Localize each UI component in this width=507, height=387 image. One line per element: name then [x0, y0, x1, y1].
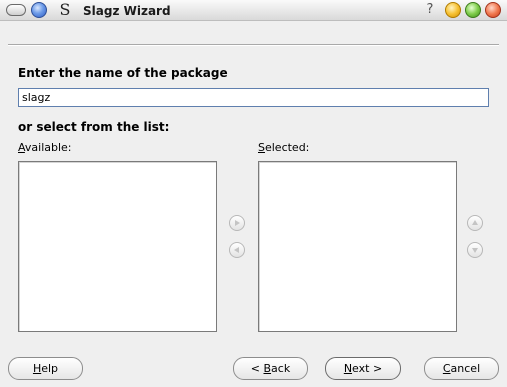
selected-label-text: elected:: [264, 141, 310, 154]
window-title: Slagz Wizard: [83, 4, 171, 18]
move-up-button[interactable]: [467, 215, 483, 231]
add-to-selected-button[interactable]: [229, 215, 245, 231]
maximize-icon[interactable]: [465, 2, 481, 18]
title-bar[interactable]: S Slagz Wizard ?: [0, 0, 507, 21]
back-button-label: ack: [271, 362, 291, 375]
arrow-left-icon: [234, 247, 239, 253]
header-divider: [8, 44, 499, 46]
next-button[interactable]: Next >: [325, 357, 401, 380]
help-button-label: elp: [41, 362, 59, 375]
help-icon[interactable]: ?: [424, 1, 436, 19]
back-button[interactable]: < Back: [233, 357, 308, 380]
move-down-button[interactable]: [467, 242, 483, 258]
cancel-button-mnemonic: C: [442, 362, 451, 375]
back-button-prefix: <: [250, 362, 264, 375]
available-list[interactable]: [18, 161, 217, 332]
cancel-button-label: ancel: [450, 362, 481, 375]
help-button-mnemonic: H: [32, 362, 42, 375]
selected-list[interactable]: [258, 161, 457, 332]
app-icon: S: [59, 0, 71, 19]
minimize-icon[interactable]: [445, 2, 461, 18]
available-label-mnemonic: A: [18, 141, 25, 154]
shade-icon[interactable]: [31, 2, 47, 18]
available-label-text: vailable:: [24, 141, 72, 154]
window-menu-icon[interactable]: [6, 4, 26, 16]
back-button-mnemonic: B: [263, 362, 272, 375]
package-name-input[interactable]: [18, 88, 489, 107]
next-button-mnemonic: N: [343, 362, 353, 375]
selected-label-mnemonic: S: [258, 141, 265, 154]
available-label: Available:: [18, 141, 72, 155]
arrow-down-icon: [472, 248, 478, 253]
arrow-up-icon: [472, 220, 478, 225]
cancel-button[interactable]: Cancel: [424, 357, 499, 380]
help-button[interactable]: Help: [8, 357, 83, 380]
selected-label: Selected:: [258, 141, 309, 155]
package-name-label: Enter the name of the package: [18, 66, 228, 80]
arrow-right-icon: [235, 220, 240, 226]
remove-from-selected-button[interactable]: [229, 242, 245, 258]
select-from-list-label: or select from the list:: [18, 120, 170, 134]
close-icon[interactable]: [485, 2, 501, 18]
next-button-label: ext >: [352, 362, 383, 375]
